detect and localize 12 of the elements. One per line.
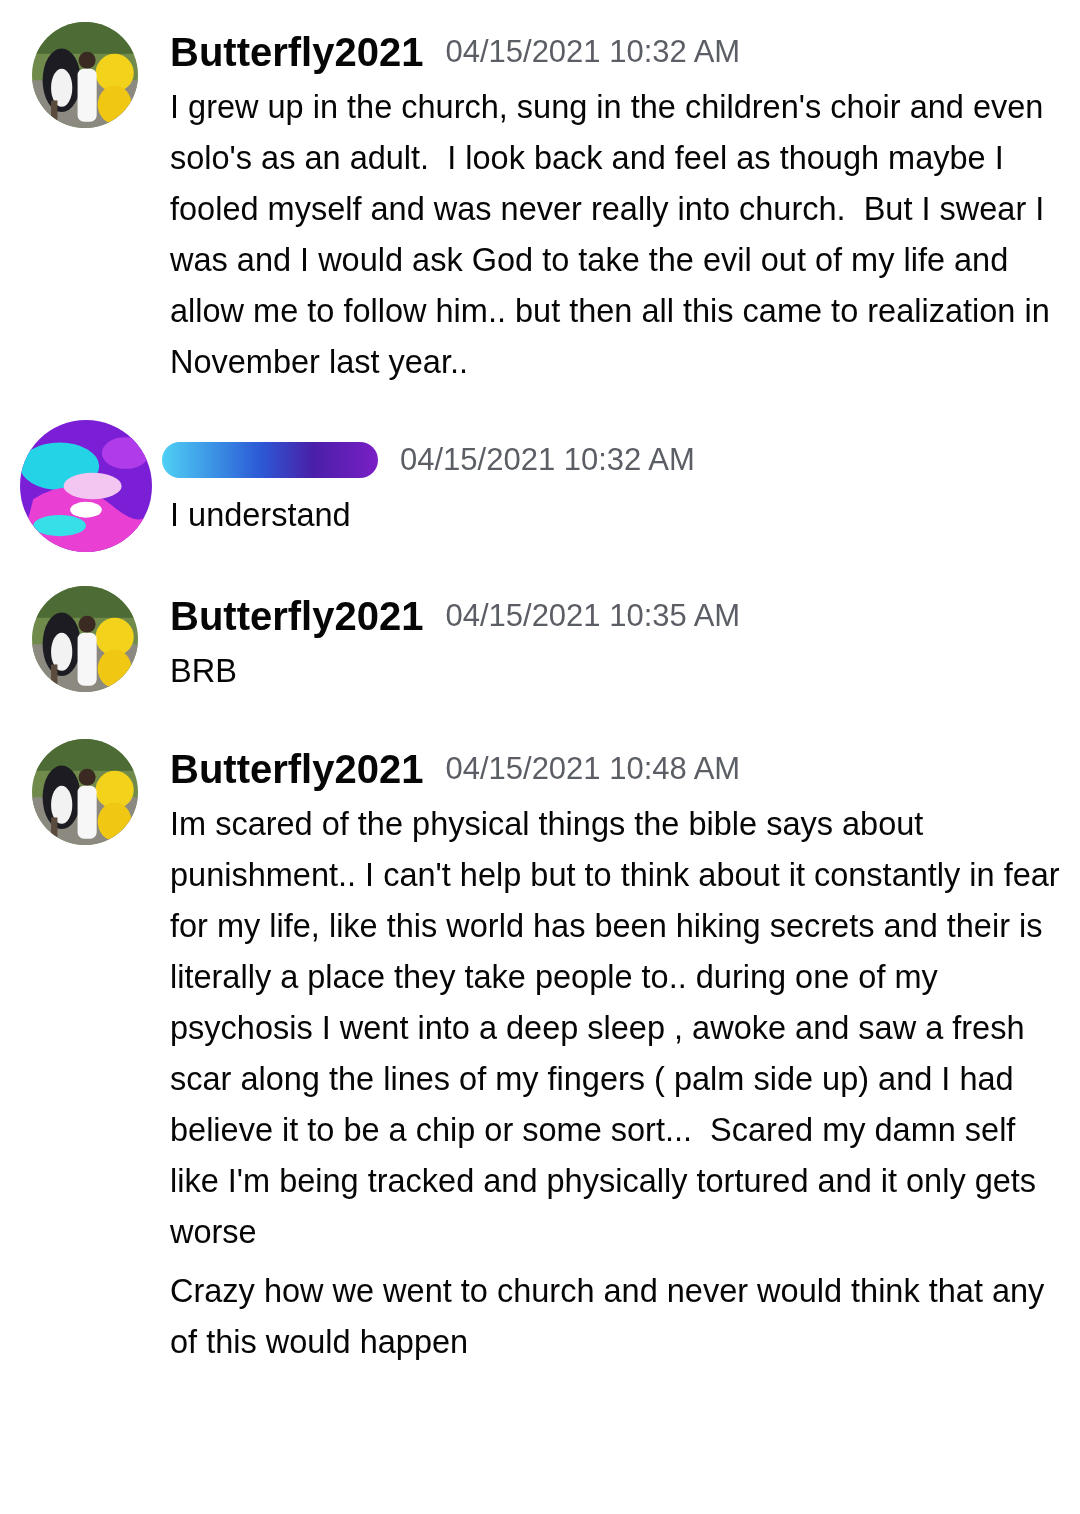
timestamp: 04/15/2021 10:32 AM: [400, 442, 695, 478]
username: Butterfly2021: [170, 29, 424, 75]
message-text: Im scared of the physical things the bible says about punishment.. I can't help but to think about it constantly in fear for my life, like this world has been hiking secrets and their is literally a place they take people to.. during one of my psychosis I went into a deep sleep , awoke and saw a fresh scar along the lines of my fingers ( palm side up) and I had believe it to be a chip or some sort... Scared my damn self like I'm being tracked and physically tortured and it only gets worse: [170, 805, 1060, 1252]
timestamp: 04/15/2021 10:48 AM: [445, 751, 741, 787]
username: Butterfly2021: [170, 593, 424, 639]
message-text: BRB: [170, 652, 238, 691]
message-text: I grew up in the church, sung in the children's choir and even solo's as an adult. I look back and feel as though maybe I fooled myself and was never really into church. But I swear I was and I would ask God to take the evil out of my life and allow me to follow him.. but then all this came to realization in November last year..: [170, 88, 1051, 382]
username: Butterfly2021: [170, 746, 424, 792]
message-text: I understand: [170, 496, 352, 535]
message-text: Crazy how we went to church and never would think that any of this would happen: [170, 1272, 1046, 1362]
timestamp: 04/15/2021 10:35 AM: [445, 598, 741, 634]
timestamp: 04/15/2021 10:32 AM: [445, 34, 741, 70]
